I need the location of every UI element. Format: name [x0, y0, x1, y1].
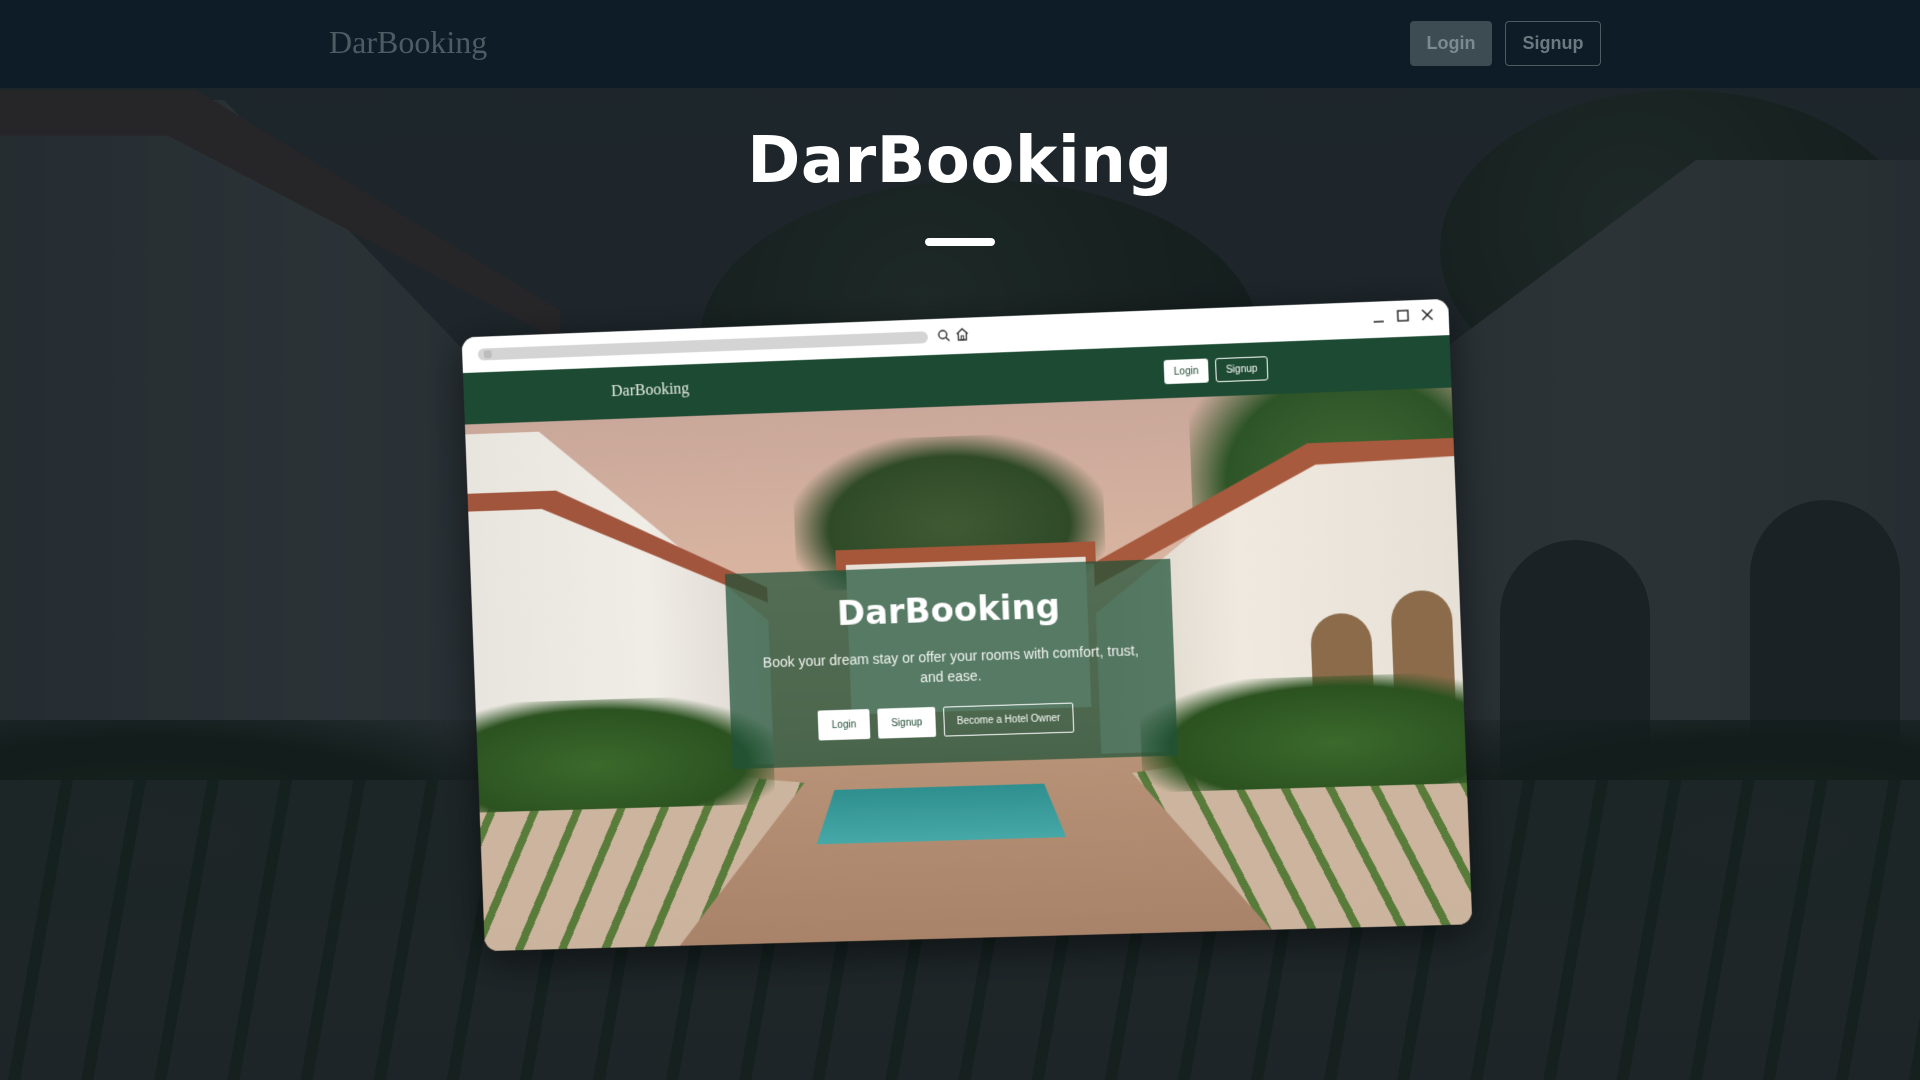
- search-icon: [938, 330, 951, 342]
- mockup-hero-subtitle: Book your dream stay or offer your rooms…: [762, 642, 1139, 686]
- hero-divider: [925, 238, 995, 246]
- browser-mockup: DarBooking Login Signup DarBooking Book …: [461, 298, 1473, 952]
- mockup-hero-card: DarBooking Book your dream stay or offer…: [724, 558, 1178, 770]
- mockup-hero-image: DarBooking Book your dream stay or offer…: [464, 387, 1473, 952]
- mockup-card-signup-button: Signup: [877, 706, 937, 739]
- minimize-icon: [1371, 309, 1386, 324]
- site-info-icon: [483, 350, 492, 359]
- mockup-login-button: Login: [1163, 358, 1209, 385]
- hero-title: DarBooking: [747, 124, 1173, 198]
- mockup-pool: [815, 783, 1067, 844]
- mockup-card-login-button: Login: [817, 708, 871, 741]
- mockup-bushes-right: [1138, 672, 1467, 793]
- maximize-icon: [1396, 308, 1411, 323]
- home-icon: [956, 327, 969, 341]
- mockup-nav-brand: DarBooking: [610, 380, 690, 401]
- mockup-become-owner-button: Become a Hotel Owner: [943, 702, 1075, 737]
- mockup-signup-button: Signup: [1214, 356, 1269, 383]
- window-controls: [1371, 307, 1435, 324]
- mockup-hero-title: DarBooking: [836, 586, 1061, 635]
- login-button[interactable]: Login: [1410, 21, 1492, 66]
- close-icon: [1420, 307, 1435, 322]
- top-navbar: DarBooking Login Signup: [0, 0, 1920, 88]
- signup-button[interactable]: Signup: [1505, 21, 1601, 66]
- nav-brand[interactable]: DarBooking: [329, 24, 487, 61]
- address-bar: [477, 331, 929, 361]
